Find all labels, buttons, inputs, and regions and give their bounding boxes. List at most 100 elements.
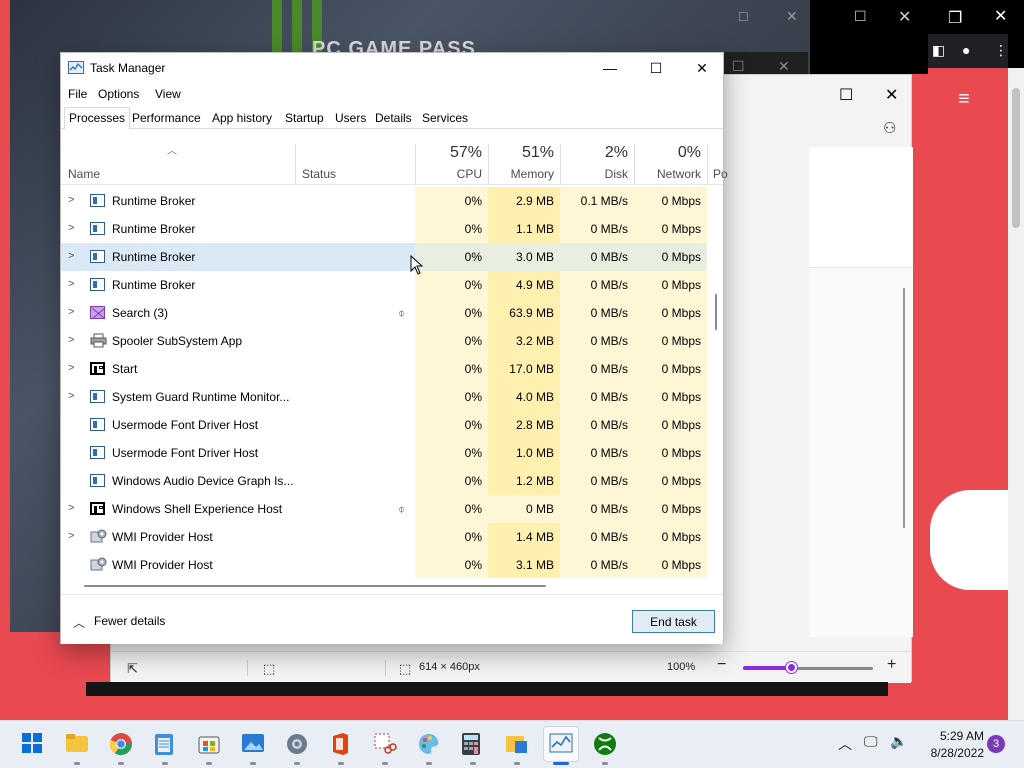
- maximize-button[interactable]: ☐: [633, 53, 679, 83]
- tab-services[interactable]: Services: [417, 107, 473, 129]
- notification-badge[interactable]: 3: [987, 735, 1005, 753]
- tab-processes[interactable]: Processes: [64, 107, 131, 130]
- share-icon[interactable]: ⚇: [883, 119, 896, 137]
- chevron-right-icon[interactable]: >: [68, 502, 74, 514]
- process-row[interactable]: Usermode Font Driver Host 0% 1.0 MB 0 MB/s 0…: [61, 439, 707, 467]
- tab-details[interactable]: Details: [370, 107, 417, 129]
- maximize-icon[interactable]: ☐: [738, 10, 749, 24]
- process-row[interactable]: > Runtime Broker 0% 4.9 MB 0 MB/s 0 Mbps: [61, 271, 707, 299]
- fewer-details-link[interactable]: Fewer details: [94, 614, 165, 628]
- process-row[interactable]: > WMI Provider Host 0% 1.4 MB 0 MB/s 0 Mbps: [61, 523, 707, 551]
- chevron-right-icon[interactable]: >: [68, 278, 74, 290]
- file-manager-icon[interactable]: [504, 731, 530, 757]
- column-disk[interactable]: 2% Disk: [560, 130, 634, 184]
- browser-scrollbar[interactable]: [1008, 68, 1024, 720]
- process-row[interactable]: > Runtime Broker 0% 2.9 MB 0.1 MB/s 0 Mbps: [61, 187, 707, 215]
- process-row[interactable]: WMI Provider Host 0% 3.1 MB 0 MB/s 0 Mbps: [61, 551, 707, 578]
- photos-icon[interactable]: [240, 731, 266, 757]
- tab-users[interactable]: Users: [330, 107, 371, 129]
- process-list[interactable]: > Runtime Broker 0% 2.9 MB 0.1 MB/s 0 Mbps > Ru…: [61, 186, 707, 578]
- volume-icon[interactable]: 🔈: [890, 733, 907, 750]
- process-row[interactable]: > Runtime Broker 0% 1.1 MB 0 MB/s 0 Mbps: [61, 215, 707, 243]
- chevron-right-icon[interactable]: >: [68, 390, 74, 402]
- close-icon[interactable]: ✕: [898, 7, 911, 27]
- zoom-slider-knob[interactable]: [786, 662, 797, 673]
- chevron-right-icon[interactable]: >: [68, 530, 74, 542]
- tab-app-history[interactable]: App history: [207, 107, 277, 129]
- browser-close-icon[interactable]: ✕: [994, 6, 1007, 26]
- column-cpu[interactable]: 57% CPU: [415, 130, 488, 184]
- horizontal-scrollbar-thumb[interactable]: [84, 585, 546, 587]
- clock-date[interactable]: 8/28/2022: [916, 746, 984, 760]
- paint-scrollbar[interactable]: [903, 288, 905, 528]
- zoom-in-icon[interactable]: +: [887, 656, 896, 674]
- notepad-icon[interactable]: [152, 731, 178, 757]
- process-row[interactable]: Usermode Font Driver Host 0% 2.8 MB 0 MB/s 0…: [61, 411, 707, 439]
- browser-scrollbar-thumb[interactable]: [1012, 88, 1020, 228]
- process-row[interactable]: > Start 0% 17.0 MB 0 MB/s 0 Mbps: [61, 355, 707, 383]
- hamburger-menu-icon[interactable]: ≡: [958, 88, 970, 111]
- menu-options[interactable]: Options: [98, 87, 139, 101]
- process-row[interactable]: > Runtime Broker 0% 3.0 MB 0 MB/s 0 Mbps: [61, 243, 707, 271]
- zoom-out-icon[interactable]: −: [717, 656, 726, 674]
- column-power[interactable]: Po: [713, 167, 728, 181]
- vertical-scrollbar-thumb[interactable]: [715, 294, 717, 330]
- tab-strip: Processes Performance App history Startu…: [61, 107, 723, 130]
- maximize-icon[interactable]: ☐: [854, 8, 867, 25]
- close-button[interactable]: ✕: [679, 53, 725, 83]
- memory-value: 4.0 MB: [515, 390, 554, 404]
- settings-icon[interactable]: [284, 731, 310, 757]
- office-icon[interactable]: [328, 731, 354, 757]
- column-network[interactable]: 0% Network: [634, 130, 707, 184]
- close-icon[interactable]: ✕: [786, 8, 798, 25]
- menu-view[interactable]: View: [155, 87, 181, 101]
- paint-status-bar: ⇱ ⬚ ⬚ 614 × 460px 100% − +: [111, 651, 911, 683]
- microsoft-store-icon[interactable]: [196, 731, 222, 757]
- network-icon[interactable]: 🖵: [864, 733, 878, 750]
- network-value: 0 Mbps: [661, 530, 701, 544]
- process-row[interactable]: > System Guard Runtime Monitor... 0% 4.0 MB…: [61, 383, 707, 411]
- process-row[interactable]: Windows Audio Device Graph Is... 0% 1.2 MB…: [61, 467, 707, 495]
- close-icon[interactable]: ✕: [778, 58, 790, 75]
- browser-menu-icon[interactable]: ⋮: [994, 42, 1008, 59]
- process-row[interactable]: > Search (3) ⌽ 0% 63.9 MB 0 MB/s 0 Mbps: [61, 299, 707, 327]
- chevron-right-icon[interactable]: >: [68, 334, 74, 346]
- chrome-icon[interactable]: [108, 731, 134, 757]
- end-task-button[interactable]: End task: [632, 610, 715, 633]
- chevron-right-icon[interactable]: >: [68, 250, 74, 262]
- clock-time[interactable]: 5:29 AM: [924, 729, 984, 743]
- task-manager-icon[interactable]: [543, 726, 579, 762]
- file-explorer-icon[interactable]: [64, 731, 90, 757]
- column-name[interactable]: Name: [68, 167, 100, 181]
- windows-start-icon[interactable]: [20, 731, 46, 757]
- tab-startup[interactable]: Startup: [280, 107, 329, 129]
- title-bar[interactable]: Task Manager — ☐ ✕: [61, 53, 723, 83]
- menu-file[interactable]: File: [68, 87, 87, 101]
- show-hidden-icons-icon[interactable]: ︿: [838, 734, 852, 754]
- horizontal-scrollbar[interactable]: [61, 580, 711, 592]
- snipping-tool-icon[interactable]: [372, 731, 398, 757]
- xbox-icon[interactable]: [592, 731, 618, 757]
- chevron-right-icon[interactable]: >: [68, 362, 74, 374]
- close-icon[interactable]: ✕: [885, 85, 898, 105]
- chevron-right-icon[interactable]: >: [68, 306, 74, 318]
- reading-list-icon[interactable]: ◧: [932, 42, 945, 59]
- chevron-up-icon[interactable]: ︿: [73, 614, 85, 631]
- restore-icon[interactable]: ❐: [948, 8, 962, 28]
- profile-icon[interactable]: ●: [962, 42, 970, 58]
- chevron-right-icon[interactable]: >: [68, 194, 74, 206]
- maximize-icon[interactable]: ☐: [839, 85, 853, 105]
- column-status[interactable]: Status: [302, 167, 336, 181]
- maximize-icon[interactable]: ☐: [732, 58, 745, 75]
- chevron-right-icon[interactable]: >: [68, 222, 74, 234]
- paint-icon[interactable]: [416, 731, 442, 757]
- minimize-button[interactable]: —: [587, 53, 633, 83]
- calculator-icon[interactable]: [460, 731, 486, 757]
- zoom-level: 100%: [667, 661, 696, 673]
- disk-value: 0 MB/s: [590, 502, 628, 516]
- process-row[interactable]: > Spooler SubSystem App 0% 3.2 MB 0 MB/s 0 Mb…: [61, 327, 707, 355]
- column-memory[interactable]: 51% Memory: [488, 130, 560, 184]
- process-row[interactable]: > Windows Shell Experience Host ⌽ 0% 0 MB 0 M…: [61, 495, 707, 523]
- tab-performance[interactable]: Performance: [127, 107, 206, 129]
- vertical-scrollbar[interactable]: [711, 186, 723, 578]
